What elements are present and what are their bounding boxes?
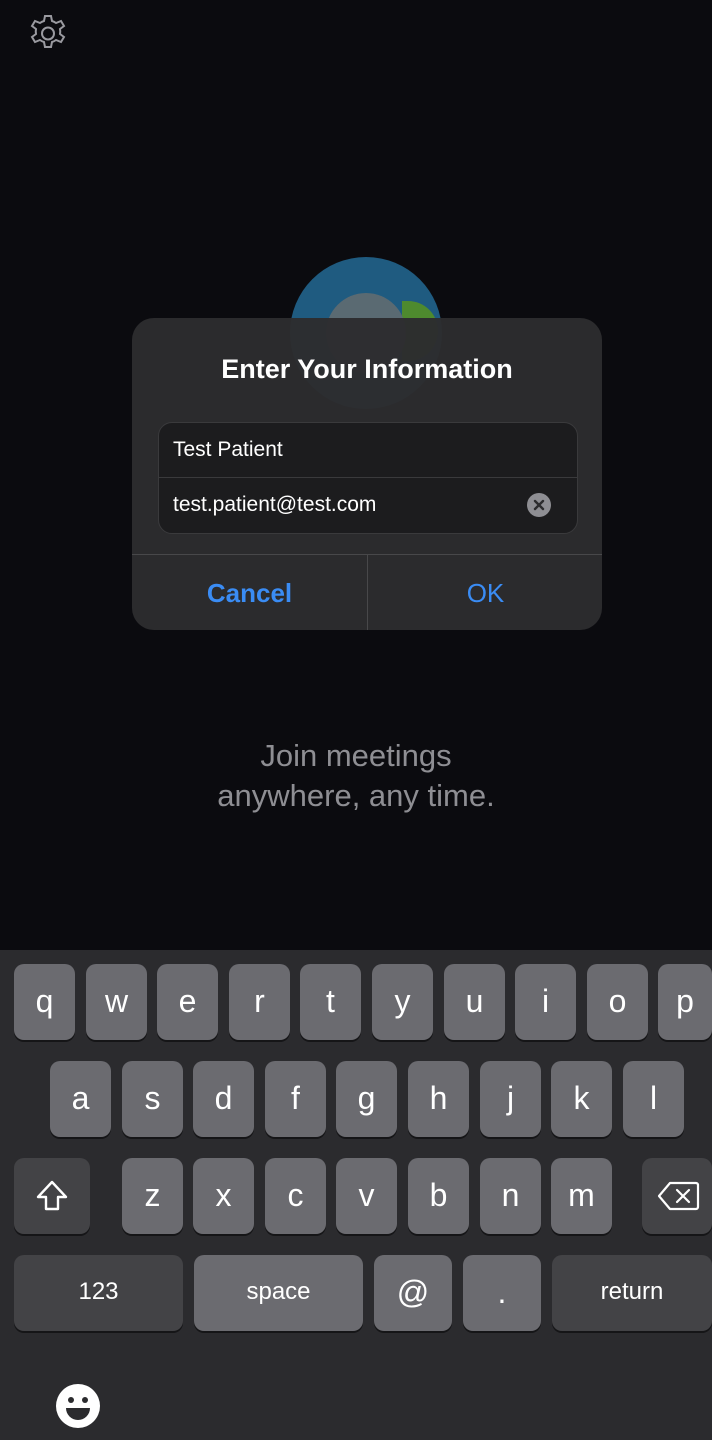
space-key[interactable]: space: [194, 1255, 363, 1331]
name-input[interactable]: [173, 423, 513, 477]
key-u[interactable]: u: [444, 964, 505, 1040]
key-r[interactable]: r: [229, 964, 290, 1040]
keyboard: q w e r t y u i o p a s d f g h j k l z …: [0, 950, 712, 1440]
return-key[interactable]: return: [552, 1255, 712, 1331]
dot-key[interactable]: .: [463, 1255, 541, 1331]
clear-circle-icon: [533, 499, 545, 511]
key-n[interactable]: n: [480, 1158, 541, 1234]
key-w[interactable]: w: [86, 964, 147, 1040]
key-q[interactable]: q: [14, 964, 75, 1040]
ok-button[interactable]: OK: [368, 555, 602, 630]
name-field: [159, 423, 577, 478]
key-j[interactable]: j: [480, 1061, 541, 1137]
app-screen: Join meetings anywhere, any time. Enter …: [0, 0, 712, 1440]
key-l[interactable]: l: [623, 1061, 684, 1137]
at-key[interactable]: @: [374, 1255, 452, 1331]
emoji-button[interactable]: [54, 1382, 102, 1430]
key-p[interactable]: p: [658, 964, 712, 1040]
key-e[interactable]: e: [157, 964, 218, 1040]
shift-key[interactable]: [14, 1158, 90, 1234]
tagline: Join meetings anywhere, any time.: [0, 736, 712, 816]
key-v[interactable]: v: [336, 1158, 397, 1234]
key-m[interactable]: m: [551, 1158, 612, 1234]
emoji-icon: [56, 1384, 100, 1428]
tagline-line-2: anywhere, any time.: [217, 778, 495, 813]
key-g[interactable]: g: [336, 1061, 397, 1137]
key-b[interactable]: b: [408, 1158, 469, 1234]
delete-key[interactable]: [642, 1158, 712, 1234]
cancel-button[interactable]: Cancel: [132, 555, 368, 630]
key-o[interactable]: o: [587, 964, 648, 1040]
dialog-actions: Cancel OK: [132, 554, 602, 630]
settings-button[interactable]: [26, 12, 70, 56]
dialog-field-group: [158, 422, 578, 534]
gear-icon: [30, 15, 66, 48]
key-c[interactable]: c: [265, 1158, 326, 1234]
shift-icon: [36, 1180, 68, 1211]
dialog-title: Enter Your Information: [221, 354, 513, 384]
numbers-key[interactable]: 123: [14, 1255, 183, 1331]
key-s[interactable]: s: [122, 1061, 183, 1137]
delete-backspace-icon: [657, 1181, 700, 1211]
key-i[interactable]: i: [515, 964, 576, 1040]
enter-information-dialog: Enter Your Information Cancel OK: [132, 318, 602, 630]
clear-text-button[interactable]: [527, 493, 551, 517]
key-f[interactable]: f: [265, 1061, 326, 1137]
key-x[interactable]: x: [193, 1158, 254, 1234]
email-input[interactable]: [173, 478, 513, 532]
email-field: [159, 478, 577, 532]
key-y[interactable]: y: [372, 964, 433, 1040]
key-k[interactable]: k: [551, 1061, 612, 1137]
key-d[interactable]: d: [193, 1061, 254, 1137]
tagline-line-1: Join meetings: [260, 738, 452, 773]
key-z[interactable]: z: [122, 1158, 183, 1234]
key-a[interactable]: a: [50, 1061, 111, 1137]
key-h[interactable]: h: [408, 1061, 469, 1137]
key-t[interactable]: t: [300, 964, 361, 1040]
